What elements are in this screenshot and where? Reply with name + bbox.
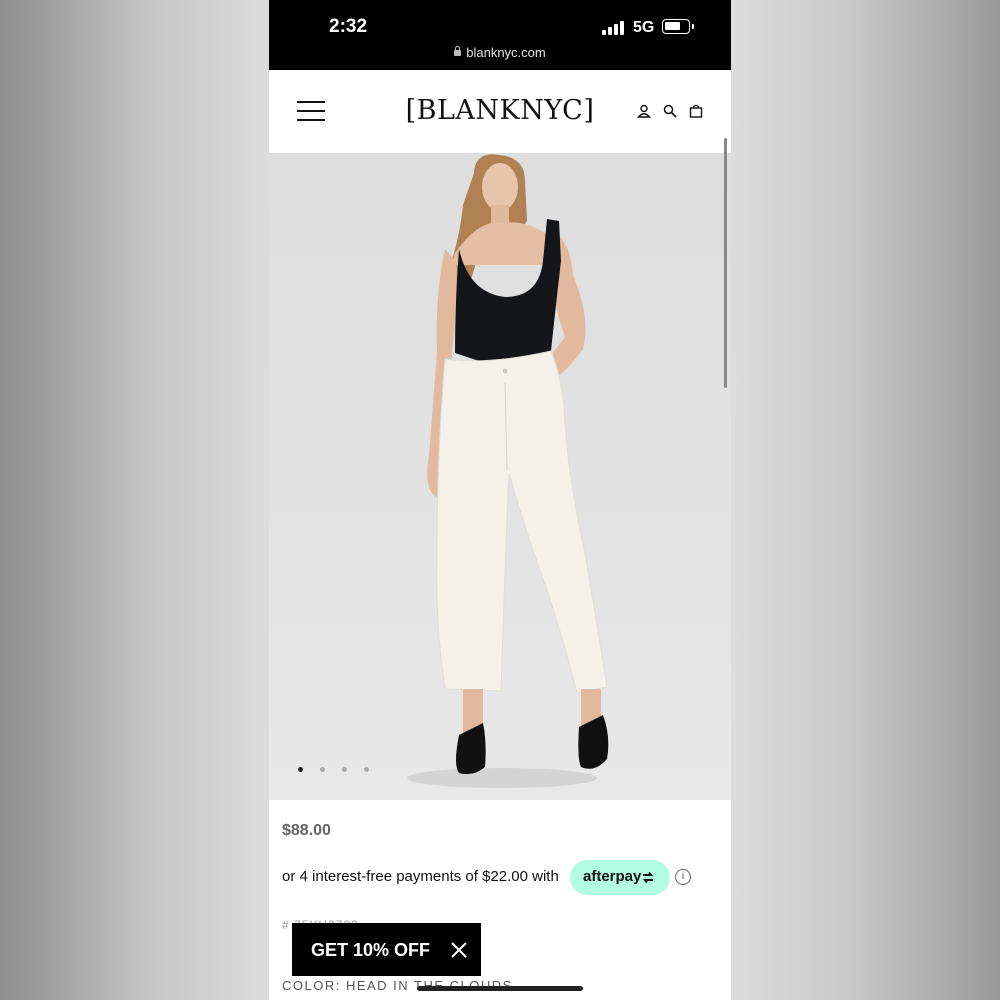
status-time: 2:32: [329, 16, 368, 37]
afterpay-arrows-icon: [642, 871, 654, 884]
close-icon[interactable]: [450, 941, 468, 959]
product-price: $88.00: [282, 822, 331, 839]
afterpay-label: afterpay: [583, 868, 642, 885]
lock-icon: [454, 46, 462, 56]
model-photo: [407, 154, 609, 788]
carousel-dot[interactable]: [320, 767, 325, 772]
installments-text: or 4 interest-free payments of $22.00 wi…: [282, 868, 559, 885]
url-bar[interactable]: blanknyc.com: [269, 45, 731, 60]
phone-screen: 2:32 5G blanknyc.com [BLANKNYC] $88.00 o…: [269, 0, 731, 1000]
scrollbar[interactable]: [724, 138, 727, 388]
carousel-dots: [298, 767, 369, 772]
search-icon[interactable]: [663, 104, 677, 118]
discount-popup[interactable]: GET 10% OFF: [292, 923, 481, 976]
battery-cap: [692, 24, 694, 29]
battery-level: [665, 22, 680, 30]
carousel-dot[interactable]: [364, 767, 369, 772]
info-icon[interactable]: i: [675, 869, 691, 885]
signal-icon: [602, 21, 624, 35]
site-logo[interactable]: [BLANKNYC]: [269, 95, 731, 126]
carousel-dot[interactable]: [342, 767, 347, 772]
url-text: blanknyc.com: [466, 45, 546, 60]
battery-icon: [662, 19, 690, 34]
afterpay-badge[interactable]: afterpay: [570, 860, 670, 895]
discount-label[interactable]: GET 10% OFF: [311, 940, 430, 961]
home-indicator: [417, 986, 583, 991]
site-header: [BLANKNYC]: [269, 70, 731, 154]
network-label: 5G: [633, 19, 655, 36]
bag-icon[interactable]: [689, 104, 703, 118]
product-image[interactable]: [269, 153, 731, 800]
account-icon[interactable]: [637, 104, 651, 118]
status-bar: 2:32 5G blanknyc.com: [269, 0, 731, 70]
carousel-dot[interactable]: [298, 767, 303, 772]
